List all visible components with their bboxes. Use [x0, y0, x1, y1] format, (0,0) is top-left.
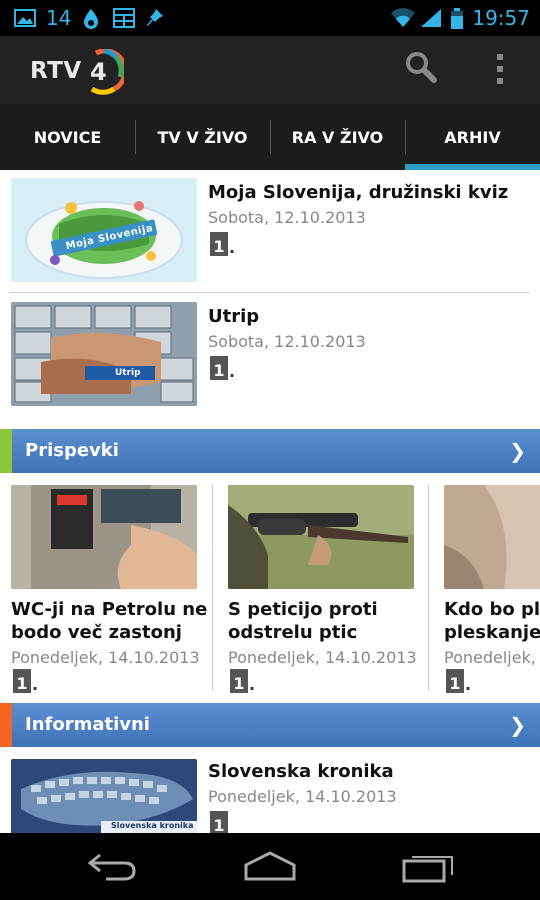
status-badge: 1.	[13, 669, 38, 693]
list-item[interactable]: Moja Slovenija Moja Slovenija, družinski…	[0, 170, 540, 290]
action-bar: RTV 4	[0, 36, 540, 104]
section-header-prispevki[interactable]: Prispevki ❯	[0, 429, 540, 473]
calculator-icon	[113, 8, 136, 28]
thumbnail-odstrel-ptic	[228, 485, 414, 589]
battery-icon	[450, 8, 464, 29]
thumbnail-caption: Utrip	[115, 368, 141, 378]
divider	[10, 292, 530, 293]
item-title: Utrip	[208, 306, 260, 327]
item-date: Sobota, 12.10.2013	[208, 332, 366, 351]
thumbnail-caption: Slovenska kronika	[111, 821, 194, 830]
divider	[212, 485, 213, 690]
logo-mark: 4	[84, 49, 124, 95]
tab-ra-v-zivo[interactable]: RA V ŽIVO	[270, 104, 405, 170]
card-title: WC-ji na Petrolu ne bodo več zastonj	[11, 599, 208, 643]
system-navigation-bar	[0, 833, 540, 900]
gallery-icon	[14, 8, 36, 28]
chevron-right-icon[interactable]: ❯	[509, 429, 526, 473]
section-title: Informativni	[25, 714, 150, 735]
item-title: Slovenska kronika	[208, 761, 394, 782]
thumbnail-moja-slovenija: Moja Slovenija	[11, 178, 197, 282]
status-badge: 1	[210, 811, 228, 833]
status-badge: 1.	[210, 232, 235, 256]
notification-count: 14	[46, 6, 72, 30]
tab-bar: NOVICE TV V ŽIVO RA V ŽIVO ARHIV	[0, 104, 540, 170]
section-accent	[0, 703, 12, 747]
tab-novice[interactable]: NOVICE	[0, 104, 135, 170]
card-date: Ponedeljek, 14.10.2013	[228, 648, 417, 667]
logo-text: RTV	[30, 58, 82, 84]
thumbnail-pleskanje	[444, 485, 540, 589]
thumbnail-wc-petrol	[11, 485, 197, 589]
status-badge: 1.	[210, 356, 235, 380]
tab-arhiv[interactable]: ARHIV	[405, 104, 540, 170]
section-header-informativni[interactable]: Informativni ❯	[0, 703, 540, 747]
item-date: Ponedeljek, 14.10.2013	[208, 787, 397, 806]
signal-icon	[420, 8, 442, 28]
card-date: Ponedeljek, 14.10.2013	[444, 648, 540, 667]
recent-apps-icon[interactable]	[398, 849, 458, 883]
divider	[428, 485, 429, 690]
card-title: Kdo bo placpleskanje M	[444, 599, 540, 643]
item-title: Moja Slovenija, družinski kviz	[208, 182, 509, 203]
section-accent	[0, 429, 12, 473]
status-badge: 1.	[230, 669, 255, 693]
list-item[interactable]: Slovenska kronika Slovenska kronika Pone…	[0, 747, 540, 833]
thumbnail-slovenska-kronika: Slovenska kronika	[11, 759, 197, 833]
list-item[interactable]: Utrip Utrip Sobota, 12.10.2013 1.	[0, 294, 540, 416]
home-icon[interactable]	[240, 849, 300, 883]
card-title: S peticijo proti odstrelu ptic	[228, 599, 378, 643]
content-list[interactable]: Moja Slovenija Moja Slovenija, družinski…	[0, 170, 540, 833]
search-icon[interactable]	[404, 50, 438, 84]
clock: 19:57	[472, 6, 530, 30]
section-title: Prispevki	[25, 440, 119, 461]
status-badge: 1.	[446, 669, 471, 693]
card-date: Ponedeljek, 14.10.2013	[11, 648, 200, 667]
app-logo[interactable]: RTV 4	[30, 46, 124, 96]
pin-icon	[145, 8, 167, 28]
card-carousel[interactable]: WC-ji na Petrolu ne bodo več zastonj Pone…	[0, 473, 540, 693]
back-icon[interactable]	[82, 849, 142, 883]
status-bar: 14 19:57	[0, 0, 540, 36]
overflow-menu-icon[interactable]	[490, 52, 510, 86]
tab-tv-v-zivo[interactable]: TV V ŽIVO	[135, 104, 270, 170]
wifi-icon	[390, 8, 416, 28]
item-date: Sobota, 12.10.2013	[208, 208, 366, 227]
app-notification-icon	[81, 8, 103, 29]
chevron-right-icon[interactable]: ❯	[509, 703, 526, 747]
logo-number: 4	[90, 58, 107, 86]
thumbnail-utrip: Utrip	[11, 302, 197, 406]
